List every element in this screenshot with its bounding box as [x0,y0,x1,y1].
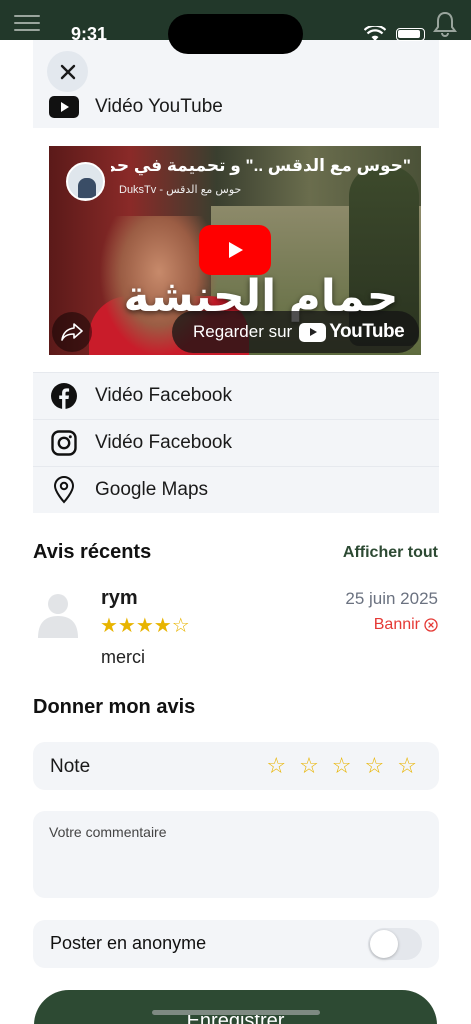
star-3-icon[interactable]: ☆ [332,753,352,779]
ban-label: Bannir [373,616,420,633]
instagram-icon [33,430,95,456]
anonymous-row: Poster en anonyme [33,920,439,968]
user-avatar-icon [38,594,78,638]
video-title[interactable]: "حوس مع الدقس .." و تحميمة في حمام الحنش… [111,156,411,176]
anonymous-toggle[interactable] [368,928,422,960]
link-label: Google Maps [95,479,209,500]
reviewer-name: rym [101,587,138,609]
close-button[interactable] [47,51,88,92]
map-pin-icon [33,476,95,504]
youtube-logo-icon [299,322,327,342]
watch-on-youtube-button[interactable]: Regarder sur YouTube [172,311,419,353]
youtube-video-embed[interactable]: "حوس مع الدقس .." و تحميمة في حمام الحنش… [49,146,421,355]
see-all-link[interactable]: Afficher tout [343,544,438,562]
youtube-icon [33,96,95,118]
status-time: 9:31 [71,24,108,44]
comment-textarea[interactable]: Votre commentaire [33,811,439,898]
review-date: 25 juin 2025 [345,589,438,608]
battery-icon [396,28,425,41]
link-row-instagram[interactable]: Vidéo Facebook [33,419,439,466]
home-indicator [152,1010,320,1015]
close-icon [60,64,75,79]
dynamic-island [168,14,303,54]
review-stars: ★★★★☆ [100,615,190,637]
rating-stars: ☆ ☆ ☆ ☆ ☆ [266,753,417,779]
youtube-logo: YouTube [299,321,405,343]
star-4-icon[interactable]: ☆ [365,753,385,779]
play-button[interactable] [199,225,271,275]
star-1-icon[interactable]: ☆ [266,753,286,779]
star-2-icon[interactable]: ☆ [299,753,319,779]
recent-reviews-title: Avis récents [33,541,152,563]
links-card: Vidéo Facebook Vidéo Facebook Google Map… [33,372,439,513]
save-button[interactable]: Enregistrer [34,990,437,1024]
youtube-brand-text: YouTube [329,321,405,342]
link-row-facebook[interactable]: Vidéo Facebook [33,372,439,419]
link-label: Vidéo Facebook [95,432,232,453]
status-bar: 9:31 [0,0,471,54]
star-5-icon[interactable]: ☆ [397,753,417,779]
review-text: merci [101,647,145,667]
menu-icon[interactable] [14,15,40,31]
share-icon [61,323,83,341]
watch-on-label: Regarder sur [193,322,293,341]
youtube-link-label: Vidéo YouTube [95,96,223,117]
link-label: Vidéo Facebook [95,385,232,406]
play-icon [229,242,243,258]
give-review-title: Donner mon avis [33,696,196,718]
ban-circle-x-icon [424,618,438,632]
screen: Vidéo YouTube 9:31 "حوس مع الدقس .." و ت… [0,0,471,1024]
wifi-icon [364,26,386,41]
facebook-icon [33,383,95,409]
rating-card: Note ☆ ☆ ☆ ☆ ☆ [33,742,439,790]
link-row-google-maps[interactable]: Google Maps [33,466,439,513]
video-channel: DuksTv - حوس مع الدقس [119,184,242,196]
rating-label: Note [50,756,91,777]
anonymous-label: Poster en anonyme [50,933,207,953]
bell-icon[interactable] [433,10,457,38]
channel-avatar[interactable] [66,162,105,201]
ban-button[interactable]: Bannir [374,616,438,634]
share-button[interactable] [52,312,92,352]
comment-placeholder: Votre commentaire [49,824,167,840]
